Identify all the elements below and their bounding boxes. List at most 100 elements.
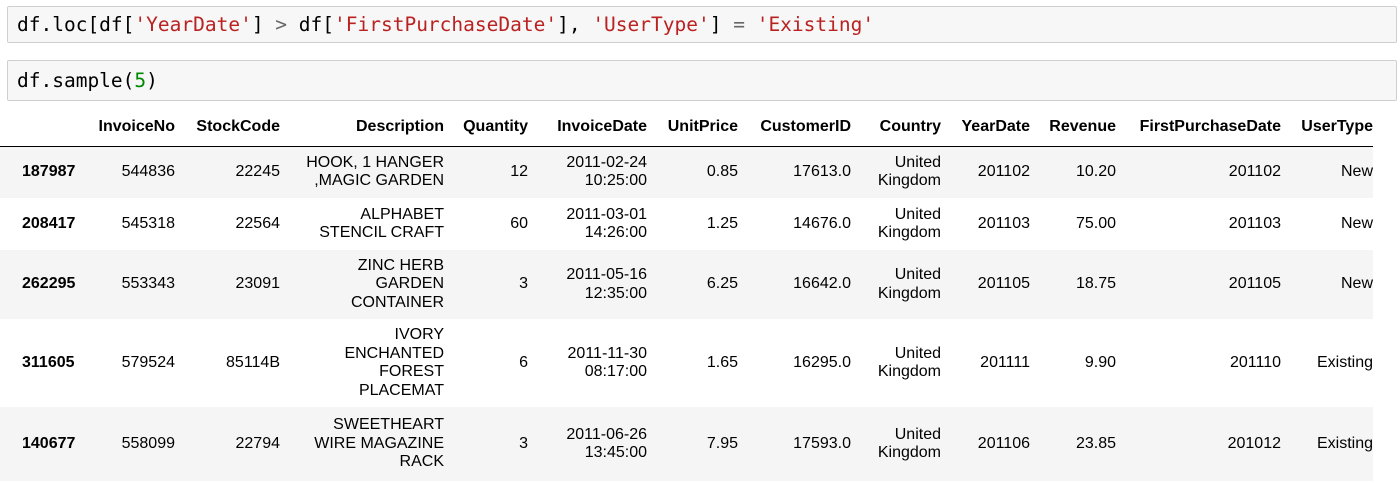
column-header-invoice-no: InvoiceNo: [78, 108, 175, 147]
row-index: 208417: [22, 214, 76, 232]
cell-line: United: [894, 344, 941, 362]
code-cell-loc-assign[interactable]: df.loc[df['YearDate'] > df['FirstPurchas…: [7, 6, 1397, 43]
cell-revenue: 75.00: [1075, 214, 1116, 232]
cell-unit-price: 1.65: [706, 353, 738, 371]
cell-first-purchase-date: 201110: [1229, 353, 1281, 371]
cell-line: 2011-02-24: [566, 153, 647, 171]
cell-line: Kingdom: [877, 172, 941, 190]
code-token: ]: [709, 13, 734, 36]
cell-line: 13:45:00: [584, 444, 647, 461]
cell-line: 2011-03-01: [566, 205, 647, 223]
cell-line: Kingdom: [877, 363, 941, 380]
cell-country: United Kingdom: [851, 198, 941, 250]
cell-first-purchase-date: 201103: [1228, 214, 1281, 232]
cell-line: 2011-11-30: [567, 344, 647, 362]
row-index: 311605: [22, 353, 75, 371]
row-index: 140677: [22, 434, 76, 452]
cell-stock-code: 22794: [235, 434, 281, 452]
cell-line: Kingdom: [877, 444, 941, 461]
cell-revenue: 9.90: [1084, 353, 1116, 371]
cell-invoice-no: 579524: [121, 353, 175, 371]
cell-country: United Kingdom: [851, 407, 941, 481]
table-row: 140677 558099 22794 SWEETHEART WIRE MAGAZINE…: [0, 407, 1373, 481]
cell-description: IVORY ENCHANTED FOREST PLACEMAT: [280, 319, 444, 407]
cell-quantity: 6: [519, 353, 528, 371]
cell-description: HOOK, 1 HANGER ,MAGIC GARDEN: [280, 146, 444, 198]
cell-year-date: 201106: [977, 434, 1030, 452]
header-row: InvoiceNo StockCode Description Quantity Inv…: [0, 108, 1373, 147]
cell-line: FOREST: [379, 363, 444, 380]
code-token: df.sample(: [17, 69, 135, 92]
cell-line: GARDEN: [375, 275, 444, 293]
code-cell-sample[interactable]: df.sample(5): [7, 60, 1397, 101]
row-index: 187987: [22, 163, 76, 180]
cell-line: United: [894, 205, 941, 223]
cell-line: ZINC HERB: [357, 256, 444, 274]
code-token: df[: [287, 13, 335, 36]
cell-invoice-date: 2011-11-30 08:17:00: [528, 319, 647, 407]
cell-invoice-date: 2011-02-24 10:25:00: [528, 146, 647, 198]
cell-year-date: 201105: [977, 275, 1030, 293]
cell-line: United: [894, 266, 941, 283]
cell-year-date: 201103: [977, 214, 1030, 232]
cell-line: RACK: [399, 453, 444, 471]
column-header-year-date: YearDate: [941, 108, 1030, 147]
cell-stock-code: 22245: [235, 163, 281, 180]
cell-line: IVORY: [394, 326, 445, 343]
code-token: >: [275, 13, 288, 36]
cell-line: 12:35:00: [584, 284, 647, 302]
column-header-first-purchase-date: FirstPurchaseDate: [1116, 108, 1281, 147]
cell-description: SWEETHEART WIRE MAGAZINE RACK: [280, 407, 444, 481]
code-token: 'FirstPurchaseDate': [334, 13, 558, 36]
cell-stock-code: 22564: [235, 214, 281, 232]
column-header-stock-code: StockCode: [175, 108, 280, 147]
cell-line: 08:17:00: [584, 363, 647, 380]
column-header-revenue: Revenue: [1030, 108, 1116, 147]
cell-description: ZINC HERB GARDEN CONTAINER: [280, 250, 444, 319]
cell-line: ENCHANTED: [344, 344, 444, 362]
cell-line: SWEETHEART: [333, 416, 444, 434]
cell-quantity: 60: [510, 214, 528, 232]
code-token: =: [733, 13, 745, 36]
code-token: ): [146, 69, 158, 92]
cell-customer-id: 16295.0: [793, 353, 851, 371]
cell-stock-code: 23091: [235, 275, 281, 293]
cell-invoice-no: 545318: [121, 214, 175, 232]
cell-invoice-date: 2011-03-01 14:26:00: [528, 198, 647, 250]
column-header-index: [0, 108, 78, 147]
cell-line: Kingdom: [877, 284, 941, 302]
cell-quantity: 3: [519, 434, 528, 452]
cell-user-type: Existing: [1316, 434, 1373, 452]
cell-first-purchase-date: 201102: [1228, 163, 1281, 180]
cell-invoice-no: 544836: [121, 163, 175, 180]
cell-invoice-no: 553343: [121, 275, 175, 293]
cell-line: WIRE MAGAZINE: [314, 434, 444, 452]
cell-line: HOOK, 1 HANGER: [306, 153, 444, 171]
cell-description: ALPHABET STENCIL CRAFT: [280, 198, 444, 250]
table-row: 311605 579524 85114B IVORY ENCHANTED FOREST PL…: [0, 319, 1373, 407]
column-header-user-type: UserType: [1281, 108, 1373, 147]
cell-country: United Kingdom: [851, 319, 941, 407]
cell-unit-price: 1.25: [706, 214, 738, 232]
cell-customer-id: 17593.0: [793, 434, 851, 452]
cell-line: 10:25:00: [584, 172, 647, 190]
code-token: ],: [557, 13, 593, 36]
cell-line: 2011-06-26: [566, 425, 647, 443]
cell-first-purchase-date: 201105: [1228, 275, 1281, 293]
cell-unit-price: 0.85: [706, 163, 738, 180]
cell-line: 14:26:00: [584, 224, 647, 241]
dataframe-output-table: InvoiceNo StockCode Description Quantity Inv…: [0, 108, 1373, 481]
cell-line: United: [894, 153, 941, 171]
column-header-country: Country: [851, 108, 941, 147]
table-header: InvoiceNo StockCode Description Quantity Inv…: [0, 108, 1373, 147]
code-token: df.loc[df[: [17, 13, 135, 36]
cell-revenue: 10.20: [1075, 163, 1116, 180]
cell-customer-id: 14676.0: [793, 214, 851, 232]
cell-revenue: 23.85: [1075, 434, 1116, 452]
code-token: 5: [134, 69, 147, 92]
cell-year-date: 201111: [980, 353, 1030, 371]
cell-country: United Kingdom: [851, 250, 941, 319]
cell-stock-code: 85114B: [226, 353, 280, 371]
cell-line: 2011-05-16: [566, 266, 647, 283]
